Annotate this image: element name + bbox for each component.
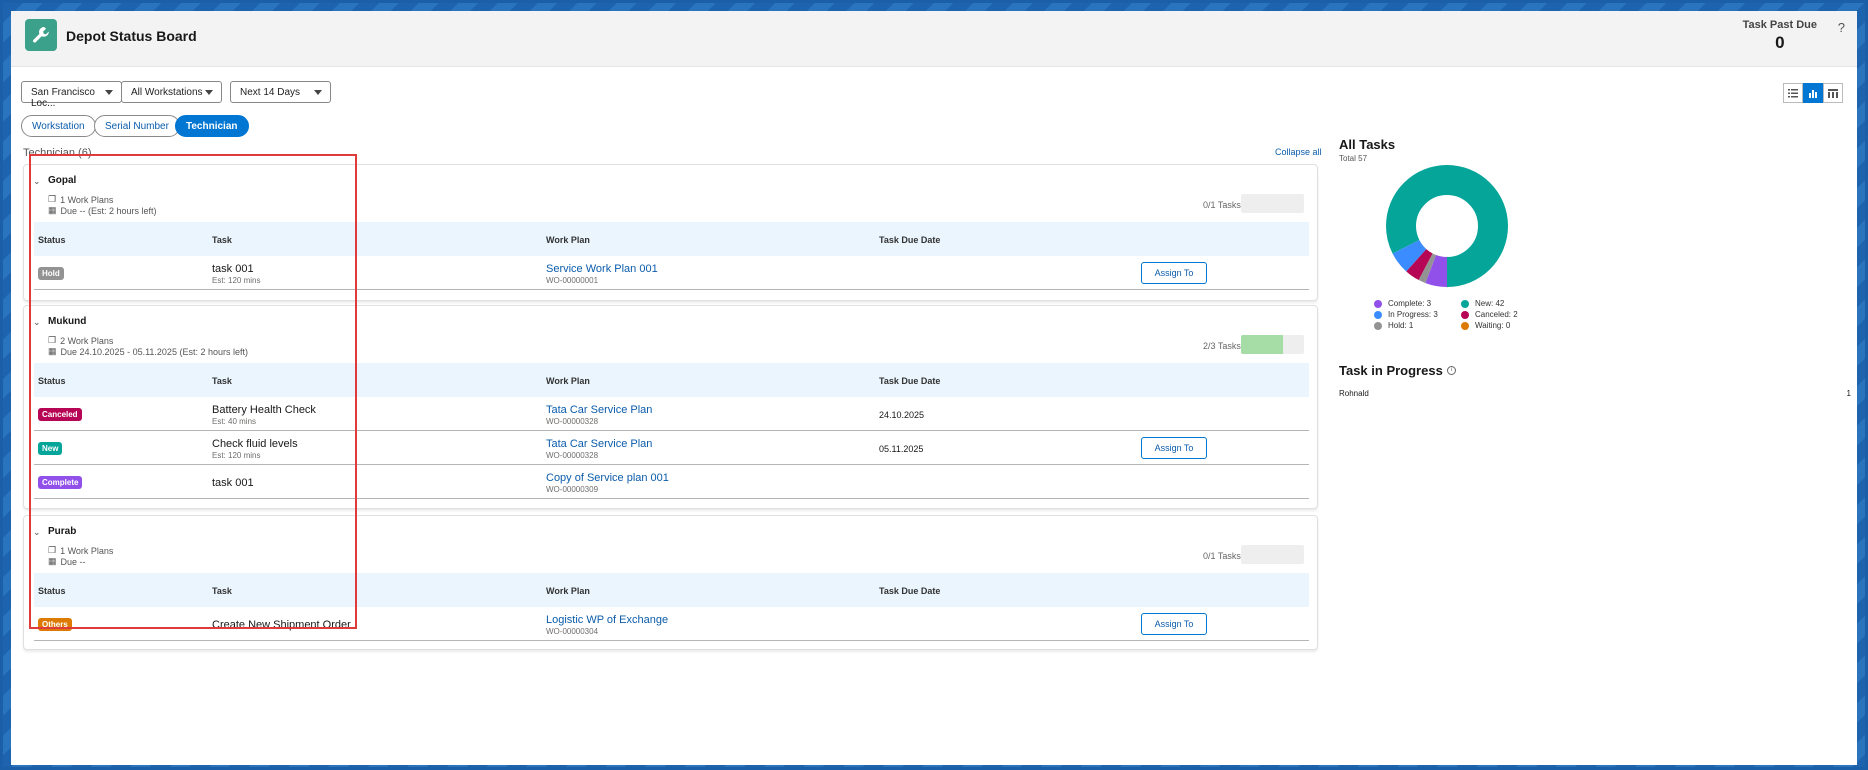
column-due-date: Task Due Date [879, 235, 941, 245]
task-past-due-value: 0 [1775, 33, 1785, 52]
legend-item: In Progress: 3 [1374, 310, 1438, 319]
legend-dot [1374, 299, 1382, 308]
legend-item: New: 42 [1461, 299, 1504, 308]
chevron-down-icon [314, 90, 322, 95]
work-order-number: WO-00000328 [546, 417, 599, 426]
work-plan-link[interactable]: Tata Car Service Plan [546, 404, 652, 416]
task-in-progress-label: Task in Progress [1339, 363, 1443, 378]
task-due-date: 05.11.2025 [879, 444, 924, 454]
progress-bar [1241, 335, 1304, 354]
work-plan-link[interactable]: Service Work Plan 001 [546, 263, 658, 275]
location-select[interactable]: San Francisco Loc... [21, 81, 122, 109]
all-tasks-donut-chart [1386, 165, 1508, 287]
chevron-down-icon [205, 90, 213, 95]
task-in-progress-title: Task in Progress i [1339, 363, 1456, 378]
progress-bar [1241, 194, 1304, 213]
column-work-plan: Work Plan [546, 376, 590, 386]
work-plan-cell: Copy of Service plan 001 WO-00000309 [546, 472, 669, 494]
info-icon[interactable]: i [1446, 366, 1456, 375]
legend-label: Complete: 3 [1388, 299, 1432, 308]
task-due-date: 24.10.2025 [879, 410, 925, 420]
task-past-due: Task Past Due 0 [1743, 19, 1817, 53]
work-order-number: WO-00000304 [546, 627, 599, 636]
chevron-down-icon [105, 90, 113, 95]
work-plan-cell: Tata Car Service Plan WO-00000328 [546, 438, 652, 460]
workstation-select[interactable]: All Workstations [121, 81, 222, 103]
work-plan-cell: Logistic WP of Exchange WO-00000304 [546, 614, 668, 636]
progress-bar [1241, 545, 1304, 564]
tab-serial-number[interactable]: Serial Number [94, 115, 180, 137]
highlight-box [29, 154, 357, 629]
workstation-select-value: All Workstations [131, 87, 203, 98]
work-order-number: WO-00000001 [546, 276, 599, 285]
location-select-value: San Francisco Loc... [31, 87, 95, 109]
assign-to-button[interactable]: Assign To [1141, 262, 1207, 284]
work-order-number: WO-00000328 [546, 451, 599, 460]
date-range-select-value: Next 14 Days [240, 87, 301, 98]
work-order-number: WO-00000309 [546, 485, 599, 494]
work-plan-link[interactable]: Logistic WP of Exchange [546, 614, 668, 626]
work-plan-cell: Tata Car Service Plan WO-00000328 [546, 404, 652, 426]
wrench-icon [25, 19, 57, 51]
task-past-due-label: Task Past Due [1742, 19, 1817, 31]
tab-workstation[interactable]: Workstation [21, 115, 96, 137]
legend-label: Canceled: 2 [1475, 310, 1518, 319]
assign-to-button[interactable]: Assign To [1141, 437, 1207, 459]
column-work-plan: Work Plan [546, 235, 590, 245]
work-plan-link[interactable]: Copy of Service plan 001 [546, 472, 669, 484]
column-due-date: Task Due Date [879, 376, 941, 386]
summary-panel: All Tasks Total 57 Complete: 3 New: 42 I… [1339, 67, 1857, 765]
tasks-count: 0/1 Tasks [1203, 200, 1241, 210]
legend-dot [1374, 321, 1382, 330]
legend-label: New: 42 [1475, 299, 1505, 308]
tasks-count: 2/3 Tasks [1203, 341, 1241, 351]
legend-item: Canceled: 2 [1461, 310, 1518, 319]
all-tasks-title: All Tasks [1339, 137, 1396, 152]
legend-dot [1461, 299, 1469, 308]
header: Depot Status Board Task Past Due 0 ? [11, 11, 1857, 67]
in-progress-count: 1 [1846, 389, 1851, 398]
in-progress-technician: Rohnald [1339, 389, 1369, 398]
assign-to-button[interactable]: Assign To [1141, 613, 1207, 635]
legend-label: Hold: 1 [1388, 321, 1414, 330]
legend-dot [1374, 310, 1382, 319]
work-plan-cell: Service Work Plan 001 WO-00000001 [546, 263, 658, 285]
work-plan-link[interactable]: Tata Car Service Plan [546, 438, 652, 450]
column-due-date: Task Due Date [879, 586, 941, 596]
help-icon[interactable]: ? [1838, 20, 1845, 35]
legend-dot [1461, 310, 1469, 319]
progress-fill [1241, 335, 1284, 354]
column-work-plan: Work Plan [546, 586, 590, 596]
legend-label: Waiting: 0 [1475, 321, 1511, 330]
legend-item: Hold: 1 [1374, 321, 1413, 330]
date-range-select[interactable]: Next 14 Days [230, 81, 331, 103]
tasks-count: 0/1 Tasks [1203, 551, 1241, 561]
tab-technician[interactable]: Technician [175, 115, 249, 137]
app-title: Depot Status Board [66, 28, 197, 44]
legend-item: Waiting: 0 [1461, 321, 1510, 330]
collapse-all-link[interactable]: Collapse all [1275, 147, 1322, 157]
all-tasks-total: Total 57 [1339, 154, 1368, 163]
legend-item: Complete: 3 [1374, 299, 1431, 308]
legend-dot [1461, 321, 1469, 330]
legend-label: In Progress: 3 [1388, 310, 1438, 319]
